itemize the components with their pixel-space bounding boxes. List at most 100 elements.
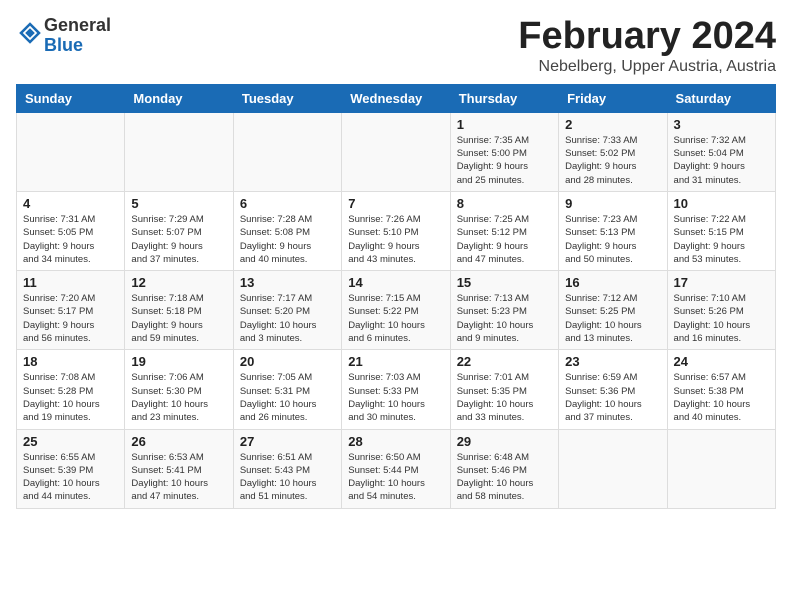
day-number: 1: [457, 117, 552, 132]
calendar-cell: 3 Sunrise: 7:32 AM Sunset: 5:04 PM Daylig…: [667, 112, 775, 191]
calendar-cell: [667, 429, 775, 508]
day-info: Sunrise: 6:48 AM Sunset: 5:46 PM Dayligh…: [457, 451, 552, 504]
calendar-week-1: 1 Sunrise: 7:35 AM Sunset: 5:00 PM Daylig…: [17, 112, 776, 191]
day-info: Sunrise: 6:57 AM Sunset: 5:38 PM Dayligh…: [674, 371, 769, 424]
calendar-week-4: 18Sunrise: 7:08 AM Sunset: 5:28 PM Dayli…: [17, 350, 776, 429]
calendar-cell: 23 Sunrise: 6:59 AM Sunset: 5:36 PM Dayli…: [559, 350, 667, 429]
calendar-cell: 12 Sunrise: 7:18 AM Sunset: 5:18 PM Dayli…: [125, 271, 233, 350]
day-number: 23: [565, 354, 660, 369]
day-info: Sunrise: 6:59 AM Sunset: 5:36 PM Dayligh…: [565, 371, 660, 424]
calendar-cell: 19 Sunrise: 7:06 AM Sunset: 5:30 PM Dayli…: [125, 350, 233, 429]
day-number: 16: [565, 275, 660, 290]
day-number: 24: [674, 354, 769, 369]
day-number: 17: [674, 275, 769, 290]
calendar-cell: 1 Sunrise: 7:35 AM Sunset: 5:00 PM Daylig…: [450, 112, 558, 191]
calendar-header-wednesday: Wednesday: [342, 84, 450, 112]
calendar-cell: 17 Sunrise: 7:10 AM Sunset: 5:26 PM Dayli…: [667, 271, 775, 350]
day-info: Sunrise: 7:25 AM Sunset: 5:12 PM Dayligh…: [457, 213, 552, 266]
day-number: 8: [457, 196, 552, 211]
day-number: 20: [240, 354, 335, 369]
calendar-cell: [17, 112, 125, 191]
day-info: Sunrise: 7:10 AM Sunset: 5:26 PM Dayligh…: [674, 292, 769, 345]
day-info: Sunrise: 6:51 AM Sunset: 5:43 PM Dayligh…: [240, 451, 335, 504]
calendar-cell: 18Sunrise: 7:08 AM Sunset: 5:28 PM Dayli…: [17, 350, 125, 429]
day-number: 19: [131, 354, 226, 369]
day-number: 12: [131, 275, 226, 290]
day-info: Sunrise: 6:53 AM Sunset: 5:41 PM Dayligh…: [131, 451, 226, 504]
calendar-cell: 6 Sunrise: 7:28 AM Sunset: 5:08 PM Daylig…: [233, 191, 341, 270]
day-info: Sunrise: 7:33 AM Sunset: 5:02 PM Dayligh…: [565, 134, 660, 187]
location-title: Nebelberg, Upper Austria, Austria: [518, 58, 776, 76]
day-info: Sunrise: 6:55 AM Sunset: 5:39 PM Dayligh…: [23, 451, 118, 504]
calendar-header-row: SundayMondayTuesdayWednesdayThursdayFrid…: [17, 84, 776, 112]
day-number: 18: [23, 354, 118, 369]
calendar-cell: [342, 112, 450, 191]
day-number: 3: [674, 117, 769, 132]
calendar-header-friday: Friday: [559, 84, 667, 112]
day-number: 14: [348, 275, 443, 290]
calendar-cell: 7Sunrise: 7:26 AM Sunset: 5:10 PM Daylig…: [342, 191, 450, 270]
calendar-cell: 2Sunrise: 7:33 AM Sunset: 5:02 PM Daylig…: [559, 112, 667, 191]
calendar-cell: 5 Sunrise: 7:29 AM Sunset: 5:07 PM Daylig…: [125, 191, 233, 270]
calendar-cell: [559, 429, 667, 508]
calendar-cell: 29Sunrise: 6:48 AM Sunset: 5:46 PM Dayli…: [450, 429, 558, 508]
calendar-table: SundayMondayTuesdayWednesdayThursdayFrid…: [16, 84, 776, 509]
calendar-cell: [125, 112, 233, 191]
day-number: 4: [23, 196, 118, 211]
day-number: 21: [348, 354, 443, 369]
calendar-cell: 28 Sunrise: 6:50 AM Sunset: 5:44 PM Dayli…: [342, 429, 450, 508]
calendar-cell: 9 Sunrise: 7:23 AM Sunset: 5:13 PM Daylig…: [559, 191, 667, 270]
day-number: 7: [348, 196, 443, 211]
calendar-cell: 21Sunrise: 7:03 AM Sunset: 5:33 PM Dayli…: [342, 350, 450, 429]
day-info: Sunrise: 7:31 AM Sunset: 5:05 PM Dayligh…: [23, 213, 118, 266]
calendar-cell: 25Sunrise: 6:55 AM Sunset: 5:39 PM Dayli…: [17, 429, 125, 508]
calendar-body: 1 Sunrise: 7:35 AM Sunset: 5:00 PM Daylig…: [17, 112, 776, 508]
day-number: 6: [240, 196, 335, 211]
day-info: Sunrise: 7:18 AM Sunset: 5:18 PM Dayligh…: [131, 292, 226, 345]
calendar-cell: 22Sunrise: 7:01 AM Sunset: 5:35 PM Dayli…: [450, 350, 558, 429]
day-info: Sunrise: 7:15 AM Sunset: 5:22 PM Dayligh…: [348, 292, 443, 345]
calendar-cell: 20 Sunrise: 7:05 AM Sunset: 5:31 PM Dayli…: [233, 350, 341, 429]
calendar-cell: [233, 112, 341, 191]
day-info: Sunrise: 7:12 AM Sunset: 5:25 PM Dayligh…: [565, 292, 660, 345]
calendar-cell: 15Sunrise: 7:13 AM Sunset: 5:23 PM Dayli…: [450, 271, 558, 350]
calendar-cell: 26 Sunrise: 6:53 AM Sunset: 5:41 PM Dayli…: [125, 429, 233, 508]
day-info: Sunrise: 7:28 AM Sunset: 5:08 PM Dayligh…: [240, 213, 335, 266]
calendar-header-monday: Monday: [125, 84, 233, 112]
day-number: 28: [348, 434, 443, 449]
day-number: 27: [240, 434, 335, 449]
calendar-cell: 14 Sunrise: 7:15 AM Sunset: 5:22 PM Dayli…: [342, 271, 450, 350]
calendar-cell: 11 Sunrise: 7:20 AM Sunset: 5:17 PM Dayli…: [17, 271, 125, 350]
logo-blue-text: Blue: [44, 35, 83, 55]
day-number: 9: [565, 196, 660, 211]
day-number: 26: [131, 434, 226, 449]
calendar-cell: 16 Sunrise: 7:12 AM Sunset: 5:25 PM Dayli…: [559, 271, 667, 350]
calendar-cell: 8 Sunrise: 7:25 AM Sunset: 5:12 PM Daylig…: [450, 191, 558, 270]
day-number: 13: [240, 275, 335, 290]
day-info: Sunrise: 7:35 AM Sunset: 5:00 PM Dayligh…: [457, 134, 552, 187]
day-info: Sunrise: 7:06 AM Sunset: 5:30 PM Dayligh…: [131, 371, 226, 424]
day-info: Sunrise: 7:17 AM Sunset: 5:20 PM Dayligh…: [240, 292, 335, 345]
day-info: Sunrise: 7:32 AM Sunset: 5:04 PM Dayligh…: [674, 134, 769, 187]
logo-icon: [18, 21, 42, 45]
day-number: 5: [131, 196, 226, 211]
calendar-header-thursday: Thursday: [450, 84, 558, 112]
day-info: Sunrise: 7:05 AM Sunset: 5:31 PM Dayligh…: [240, 371, 335, 424]
day-number: 11: [23, 275, 118, 290]
calendar-header-sunday: Sunday: [17, 84, 125, 112]
month-title: February 2024: [518, 16, 776, 58]
day-number: 10: [674, 196, 769, 211]
day-info: Sunrise: 7:20 AM Sunset: 5:17 PM Dayligh…: [23, 292, 118, 345]
calendar-week-5: 25Sunrise: 6:55 AM Sunset: 5:39 PM Dayli…: [17, 429, 776, 508]
day-info: Sunrise: 7:23 AM Sunset: 5:13 PM Dayligh…: [565, 213, 660, 266]
day-info: Sunrise: 7:22 AM Sunset: 5:15 PM Dayligh…: [674, 213, 769, 266]
logo-general-text: General: [44, 15, 111, 35]
calendar-cell: 13 Sunrise: 7:17 AM Sunset: 5:20 PM Dayli…: [233, 271, 341, 350]
header: General Blue February 2024 Nebelberg, Up…: [16, 16, 776, 76]
calendar-week-3: 11 Sunrise: 7:20 AM Sunset: 5:17 PM Dayli…: [17, 271, 776, 350]
day-info: Sunrise: 7:29 AM Sunset: 5:07 PM Dayligh…: [131, 213, 226, 266]
calendar-cell: 27 Sunrise: 6:51 AM Sunset: 5:43 PM Dayli…: [233, 429, 341, 508]
day-number: 15: [457, 275, 552, 290]
day-info: Sunrise: 6:50 AM Sunset: 5:44 PM Dayligh…: [348, 451, 443, 504]
calendar-cell: 10 Sunrise: 7:22 AM Sunset: 5:15 PM Dayli…: [667, 191, 775, 270]
